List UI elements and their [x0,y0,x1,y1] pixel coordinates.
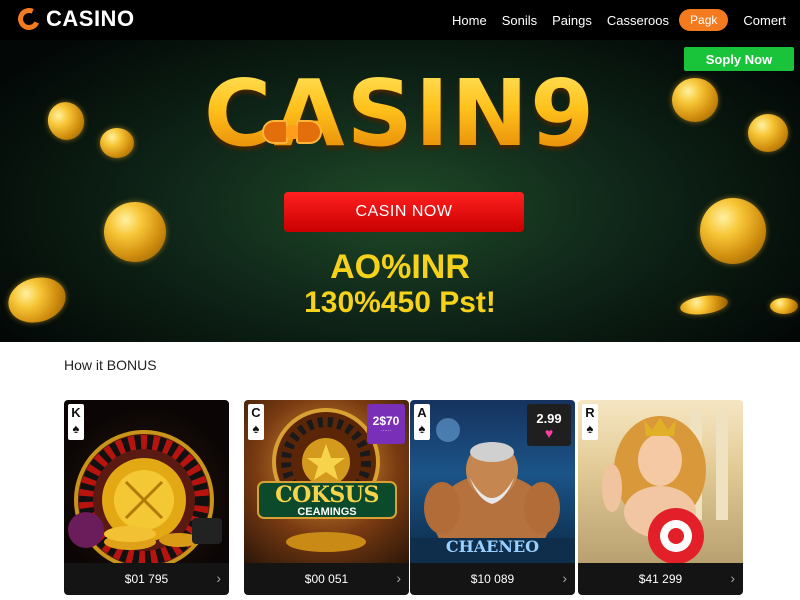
promo-headline: AO%INR [330,248,470,286]
card-art-title: CHAENEO [445,537,540,556]
card-amount: $01 795 [124,572,169,586]
nav-link-casinos[interactable]: Casseroos [607,13,669,28]
logo-icon [14,4,44,34]
card-art [578,400,743,564]
nav-pill-button[interactable]: Pagk [679,9,729,31]
top-nav: CASINO Home Sonils Paings Casseroos Pagk… [0,0,800,40]
casino-now-button[interactable]: CASIN NOW [284,192,524,232]
card-footer: $10 089 › [410,563,575,595]
bow-icon [262,116,322,156]
card-suit-tag: C ♠ [248,404,264,440]
heart-icon: ♥ [544,424,554,441]
hero-title: CASIN9 [0,60,800,167]
promo-subline: 130%450 Pst! [304,286,496,319]
game-card-cokus[interactable]: COKSUS CEAMINGS C ♠ 2$70 ∙∙∙∙∙∙ $00 051 › [244,400,409,595]
roulette-wheel-icon [68,430,222,570]
game-card-zeus[interactable]: CHAENEO A ♠ 2.99 ♥ $10 089 › [410,400,575,595]
section-title: How it BONUS [64,357,157,373]
card-footer: $41 299 › [578,563,743,595]
price-badge: 2$70 ∙∙∙∙∙∙ [367,404,405,444]
nav-link-bonus[interactable]: Sonils [502,13,537,28]
goddess-illustration [602,410,728,564]
hero-banner: CASIN9 Soply Now CASIN NOW AO%INR 130%45… [0,40,800,342]
card-amount: $41 299 [638,572,683,586]
price-badge: 2.99 ♥ [527,404,571,446]
card-art-title: COKSUS [275,482,379,508]
chevron-right-icon[interactable]: › [730,570,735,586]
apply-now-button[interactable]: Soply Now [684,47,794,71]
card-art-subtitle: CEAMINGS [297,506,357,518]
card-footer: $00 051 › [244,563,409,595]
brand-name: CASINO [46,6,135,31]
nav-links: Home Sonils Paings Casseroos Pagk Comert [437,9,786,31]
game-card-goddess[interactable]: R ♠ $41 299 › [578,400,743,595]
chevron-right-icon[interactable]: › [396,570,401,586]
game-cards: K ♠ $01 795 › COKSUS CEAMINGS C ♠ 2$70 ∙∙∙… [64,400,744,596]
nav-link-payings[interactable]: Paings [552,13,592,28]
nav-link-home[interactable]: Home [452,13,487,28]
game-card-roulette[interactable]: K ♠ $01 795 › [64,400,229,595]
card-footer: $01 795 › [64,563,229,595]
nav-link-contact[interactable]: Comert [743,13,786,28]
card-art [64,400,229,570]
chevron-right-icon[interactable]: › [562,570,567,586]
card-suit-tag: R ♠ [582,404,598,440]
chevron-right-icon[interactable]: › [216,570,221,586]
logo[interactable]: CASINO [14,4,135,34]
card-amount: $10 089 [470,572,515,586]
card-suit-tag: K ♠ [68,404,84,440]
card-suit-tag: A ♠ [414,404,430,440]
card-amount: $00 051 [304,572,349,586]
